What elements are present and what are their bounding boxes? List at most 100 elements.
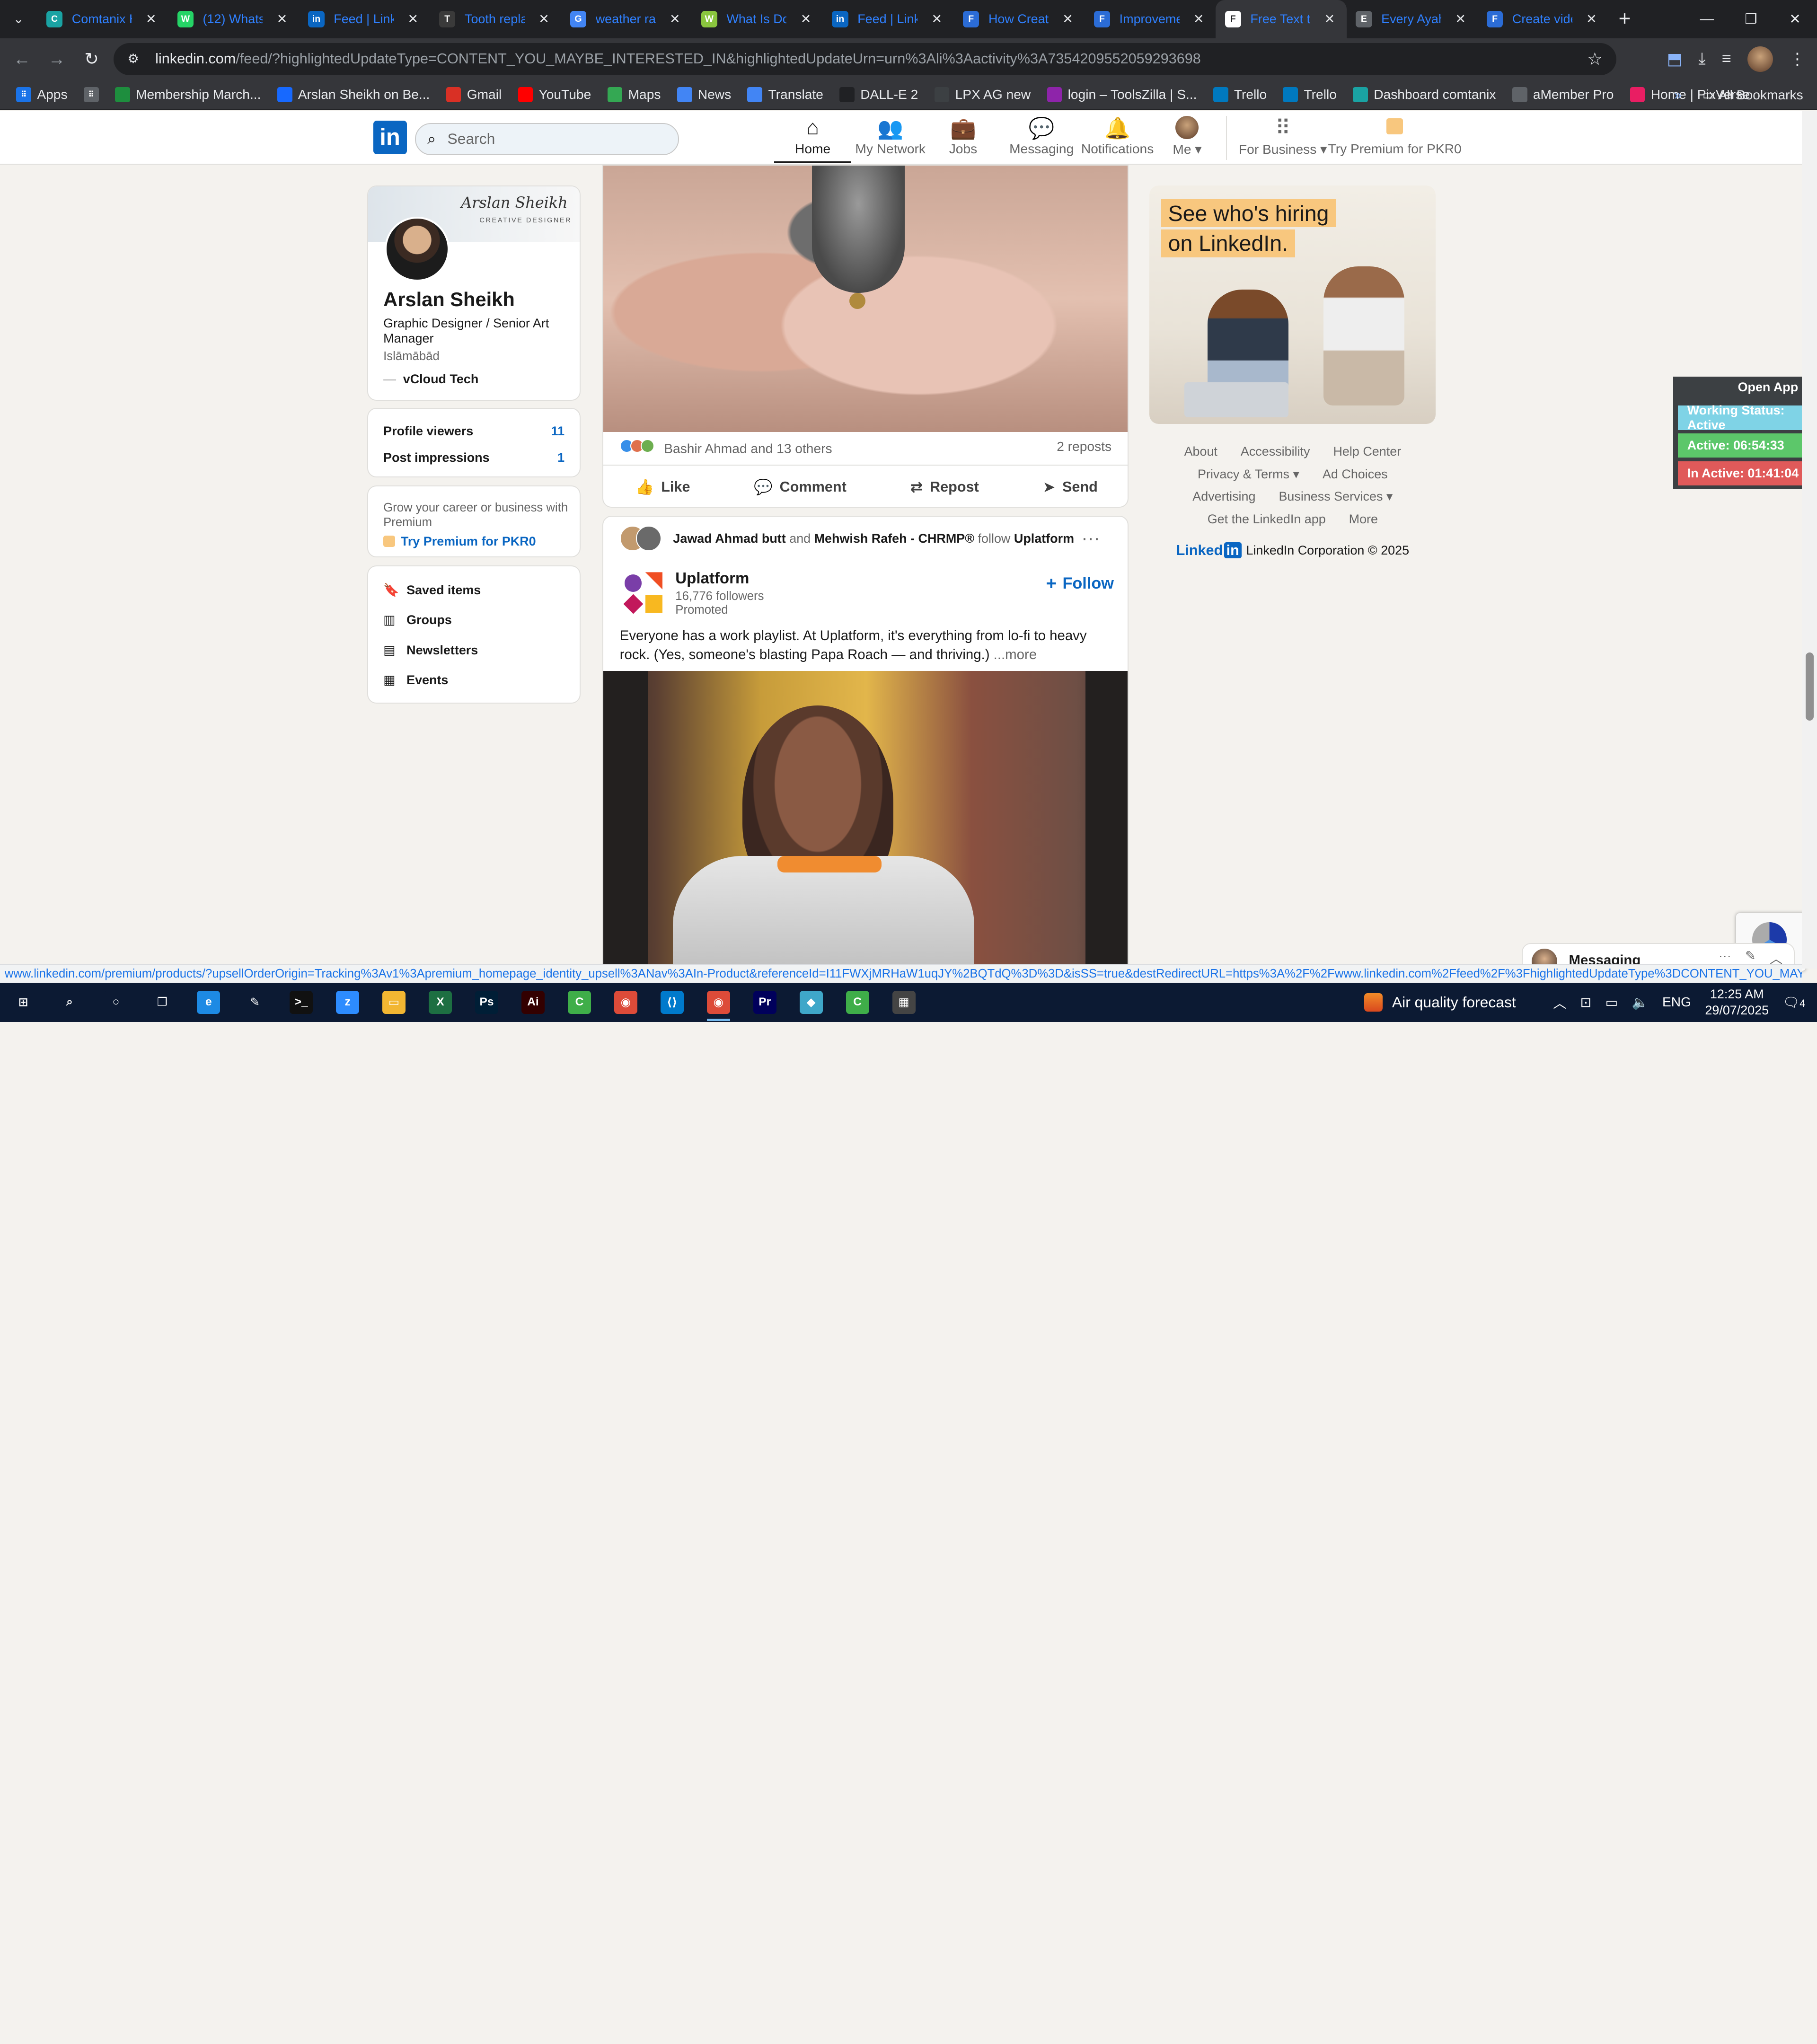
like-button[interactable]: 👍 Like — [635, 478, 690, 496]
network-icon[interactable]: ⊡ — [1580, 995, 1592, 1010]
site-info-icon[interactable]: ⚙ — [127, 52, 148, 66]
menu-icon[interactable]: ⋮ — [1789, 50, 1805, 69]
bookmark-star-icon[interactable]: ☆ — [1587, 49, 1603, 69]
taskbar-app[interactable]: ◆ — [788, 983, 834, 1022]
post-image[interactable] — [603, 670, 1128, 978]
tab-close-icon[interactable]: ✕ — [1062, 12, 1073, 26]
taskbar-vscode[interactable]: ⟨⟩ — [649, 983, 695, 1022]
saved-items-link[interactable]: 🔖 Saved items — [383, 582, 481, 598]
new-tab-button[interactable]: + — [1608, 7, 1641, 31]
taskbar-photoshop[interactable]: Ps — [464, 983, 510, 1022]
see-more-link[interactable]: ...more — [994, 647, 1037, 662]
tab-close-icon[interactable]: ✕ — [1586, 12, 1597, 26]
browser-tab[interactable]: F Improvement ✕ — [1085, 0, 1216, 38]
tab-close-icon[interactable]: ✕ — [801, 12, 811, 26]
profile-avatar[interactable] — [1747, 46, 1773, 72]
profile-photo[interactable] — [384, 216, 450, 282]
bookmark-item[interactable]: login – ToolsZilla | S... — [1047, 87, 1197, 102]
reposts-count[interactable]: 2 reposts — [1057, 439, 1111, 456]
nav-my-network[interactable]: 👥 My Network — [855, 116, 926, 157]
profile-viewers-row[interactable]: Profile viewers 11 — [383, 424, 565, 439]
taskbar-edge[interactable]: e — [185, 983, 232, 1022]
send-button[interactable]: ➤ Send — [1043, 478, 1098, 496]
language-indicator[interactable]: ENG — [1662, 995, 1691, 1010]
browser-tab[interactable]: C Comtanix HR ✕ — [37, 0, 168, 38]
taskbar-chrome-active[interactable]: ◉ — [695, 983, 741, 1022]
taskbar-cortana[interactable]: ○ — [93, 983, 139, 1022]
browser-tab[interactable]: F How Creative ✕ — [954, 0, 1085, 38]
bookmark-item[interactable]: Dashboard comtanix — [1353, 87, 1496, 102]
tab-close-icon[interactable]: ✕ — [931, 12, 942, 26]
premium-link[interactable]: Try Premium for PKR0 — [383, 534, 536, 549]
browser-tab[interactable]: W What Is Domain ✕ — [692, 0, 823, 38]
newsletters-link[interactable]: ▤ Newsletters — [383, 643, 478, 658]
tab-close-icon[interactable]: ✕ — [277, 12, 288, 26]
forward-icon[interactable]: → — [39, 49, 74, 69]
browser-tab[interactable]: W (12) WhatsApp ✕ — [168, 0, 299, 38]
minimize-icon[interactable]: — — [1685, 0, 1729, 38]
page-scrollbar[interactable] — [1802, 111, 1817, 969]
chevron-up-icon[interactable]: ︿ — [1553, 993, 1566, 1012]
linkedin-logo[interactable]: in — [373, 120, 407, 154]
footer-accessibility-link[interactable]: Accessibility — [1241, 444, 1310, 459]
browser-tab[interactable]: F Create video ✕ — [1477, 0, 1608, 38]
extensions-icon[interactable]: ⬒ — [1667, 50, 1682, 69]
bookmark-item[interactable]: DALL-E 2 — [839, 87, 918, 102]
profile-organization[interactable]: — vCloud Tech — [383, 372, 478, 387]
more-bookmarks-icon[interactable]: » — [1674, 88, 1682, 103]
taskbar-search[interactable]: ⌕ — [46, 983, 93, 1022]
taskbar-taskview[interactable]: ❐ — [139, 983, 185, 1022]
tab-close-icon[interactable]: ✕ — [146, 12, 157, 26]
browser-tab[interactable]: F Free Text to ✕ — [1215, 0, 1347, 38]
all-bookmarks[interactable]: ▭ All Bookmarks — [1702, 87, 1803, 103]
hiring-ad[interactable]: See who's hiring on LinkedIn. — [1149, 185, 1436, 424]
bookmark-item[interactable]: Trello — [1213, 87, 1267, 102]
bookmark-item[interactable]: YouTube — [518, 87, 591, 102]
nav-premium[interactable]: Try Premium for PKR0 — [1328, 116, 1462, 157]
media-icon[interactable]: ≡ — [1722, 50, 1731, 68]
nav-jobs[interactable]: 💼 Jobs — [949, 116, 977, 157]
bookmark-item[interactable]: Trello — [1283, 87, 1337, 102]
browser-tab[interactable]: Gweather rawalpindi ✕ — [561, 0, 692, 38]
download-icon[interactable]: ⤓ — [1698, 50, 1705, 68]
actor-name[interactable]: Uplatform — [675, 570, 749, 588]
bookmark-item[interactable]: Maps — [607, 87, 661, 102]
follow-button[interactable]: + Follow — [1046, 573, 1114, 594]
nav-for-business[interactable]: ⠿ For Business ▾ — [1239, 116, 1327, 157]
events-link[interactable]: ▦ Events — [383, 673, 448, 687]
tab-search-icon[interactable]: ⌄ — [0, 0, 37, 38]
repost-button[interactable]: ⇄ Repost — [910, 478, 979, 496]
taskbar-premiere[interactable]: Pr — [741, 983, 788, 1022]
more-options-icon[interactable]: ··· — [1081, 528, 1100, 549]
comment-button[interactable]: 💬 Comment — [754, 478, 846, 496]
search-input[interactable]: ⌕ Search — [415, 123, 679, 156]
tab-close-icon[interactable]: ✕ — [408, 12, 419, 26]
footer-help-link[interactable]: Help Center — [1333, 444, 1401, 459]
taskbar-camtasia[interactable]: C — [556, 983, 602, 1022]
bookmark-item[interactable]: Translate — [747, 87, 823, 102]
taskbar-chrome[interactable]: ◉ — [602, 983, 649, 1022]
footer-privacy-link[interactable]: Privacy & Terms ▾ — [1198, 467, 1299, 482]
footer-adchoices-link[interactable]: Ad Choices — [1323, 467, 1388, 482]
restore-icon[interactable]: ❐ — [1729, 0, 1773, 38]
browser-tab[interactable]: E Every Ayah ✕ — [1347, 0, 1478, 38]
browser-tab[interactable]: in Feed | LinkedIn ✕ — [823, 0, 954, 38]
weather-widget[interactable]: Air quality forecast — [1364, 993, 1516, 1012]
tab-close-icon[interactable]: ✕ — [1455, 12, 1466, 26]
open-app-link[interactable]: Open App ↗ — [1738, 380, 1813, 395]
footer-more-link[interactable]: More — [1349, 512, 1378, 527]
bookmark-item[interactable]: ⠿ Apps — [16, 87, 68, 102]
bookmark-item[interactable]: News — [677, 87, 731, 102]
groups-link[interactable]: ▥ Groups — [383, 613, 452, 627]
bookmark-item[interactable]: LPX AG new — [934, 87, 1031, 102]
taskbar-excel[interactable]: X — [417, 983, 464, 1022]
bookmark-item[interactable]: aMember Pro — [1512, 87, 1614, 102]
bookmark-item[interactable]: Membership March... — [115, 87, 261, 102]
tab-close-icon[interactable]: ✕ — [538, 12, 549, 26]
nav-home[interactable]: ⌂ Home — [774, 116, 851, 164]
taskbar-camtasia2[interactable]: C — [834, 983, 881, 1022]
bookmark-item[interactable]: Gmail — [446, 87, 502, 102]
volume-icon[interactable]: 🔈 — [1632, 995, 1649, 1010]
tab-close-icon[interactable]: ✕ — [1193, 12, 1204, 26]
reload-icon[interactable]: ↻ — [74, 49, 109, 69]
